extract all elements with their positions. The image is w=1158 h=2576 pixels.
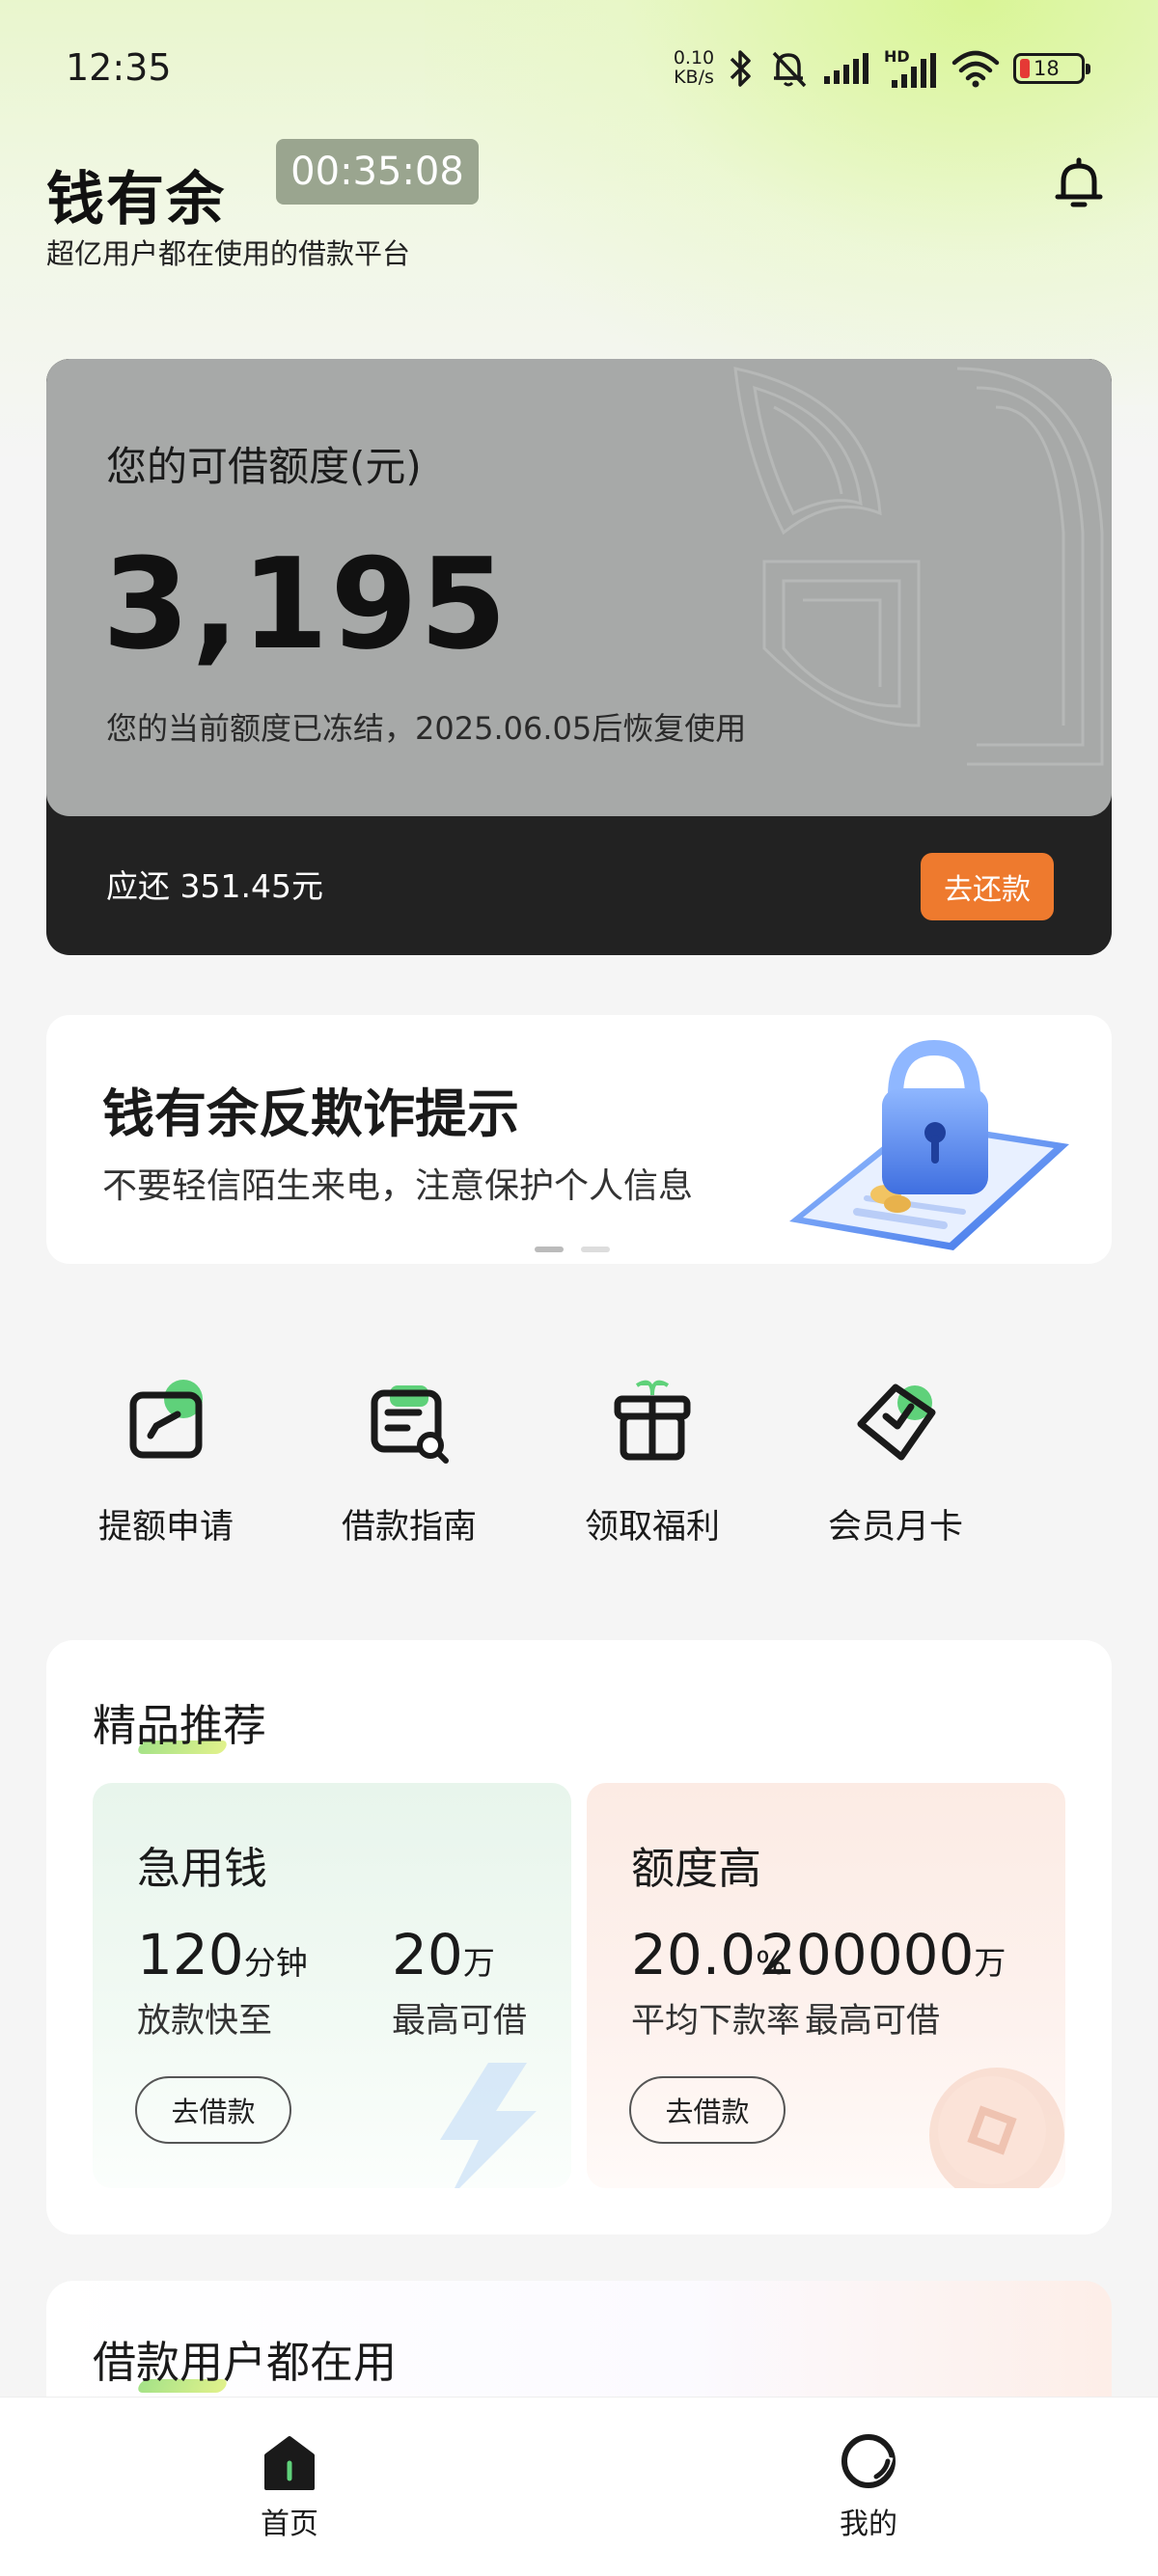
- quick-actions: 提额申请 借款指南 领取福利 会员月卡: [46, 1370, 1112, 1563]
- nav-tab-home[interactable]: 首页: [212, 2432, 367, 2548]
- card-watermark-icon: [733, 367, 1104, 766]
- phone-lock-icon: [789, 1039, 1069, 1250]
- product-name: 急用钱: [137, 1843, 268, 1894]
- credit-card: 您的可借额度(元) 3,195 您的当前额度已冻结，2025.06.05后恢复使…: [46, 359, 1112, 955]
- member-card-icon: [857, 1384, 936, 1461]
- stat-number: 20: [392, 1922, 463, 1987]
- bottom-nav: 首页 我的: [0, 2397, 1158, 2576]
- banner-title: 钱有余反欺诈提示: [102, 1083, 519, 1144]
- product-card-urgent[interactable]: 急用钱 120分钟 放款快至 20万 最高可借 去借款: [93, 1783, 571, 2188]
- repay-amount-text: 应还 351.45元: [106, 867, 323, 905]
- product-stat-value: 120分钟: [137, 1922, 308, 1987]
- credit-frozen-note: 您的当前额度已冻结，2025.06.05后恢复使用: [106, 710, 747, 747]
- battery-icon: 18: [1013, 53, 1090, 84]
- quick-action-member-card[interactable]: 会员月卡: [799, 1370, 992, 1563]
- quick-action-guide[interactable]: 借款指南: [313, 1370, 506, 1563]
- battery-level: [1020, 59, 1030, 78]
- credit-limit-amount: 3,195: [102, 531, 510, 677]
- borrow-button[interactable]: 去借款: [135, 2076, 291, 2144]
- wifi-icon: [951, 50, 1000, 88]
- stat-unit: 万: [462, 1944, 495, 1982]
- carousel-dot[interactable]: [581, 1247, 610, 1252]
- app-title: 钱有余: [46, 166, 226, 233]
- status-bar: 12:35 0.10 KB/s HD 18: [0, 0, 1158, 135]
- stat-unit: 万: [974, 1944, 1006, 1982]
- recommend-title: 精品推荐: [93, 1700, 267, 1751]
- bluetooth-icon: [730, 50, 751, 87]
- signal-hd-icon: HD: [884, 47, 938, 90]
- status-icons: HD 18: [726, 44, 1090, 93]
- quick-action-benefits[interactable]: 领取福利: [556, 1370, 749, 1563]
- home-icon: [264, 2436, 315, 2490]
- stat-number: 20.0: [631, 1922, 757, 1987]
- carousel-dot[interactable]: [535, 1247, 564, 1252]
- recommend-card: 精品推荐 急用钱 120分钟 放款快至 20万 最高可借 去借款 额度高 20.…: [46, 1640, 1112, 2234]
- coin-icon: [929, 2068, 1064, 2188]
- credit-increase-icon: [129, 1380, 203, 1459]
- network-speed-value: 0.10: [673, 47, 715, 69]
- quick-action-label: 会员月卡: [827, 1508, 963, 1547]
- bell-icon[interactable]: [1052, 154, 1106, 212]
- carousel-dots: [535, 1247, 610, 1252]
- nav-label: 首页: [261, 2507, 318, 2541]
- stat-number: 200000: [760, 1922, 975, 1987]
- gift-icon: [614, 1380, 691, 1461]
- mute-icon: [772, 51, 807, 88]
- product-stat-value: 20万: [392, 1922, 495, 1987]
- quick-action-label: 领取福利: [584, 1508, 720, 1547]
- nav-label: 我的: [840, 2507, 897, 2541]
- product-card-high-limit[interactable]: 额度高 20.0% 平均下款率 200000万 最高可借 去借款: [587, 1783, 1065, 2188]
- product-stat-caption: 平均下款率: [631, 2002, 801, 2041]
- stat-number: 120: [137, 1922, 244, 1987]
- status-time: 12:35: [66, 46, 172, 89]
- profile-icon: [841, 2434, 896, 2488]
- nav-tab-profile[interactable]: 我的: [791, 2432, 946, 2548]
- product-stat-caption: 最高可借: [805, 2002, 941, 2041]
- network-speed-unit: KB/s: [674, 67, 714, 88]
- product-stat-caption: 放款快至: [137, 2002, 273, 2041]
- product-name: 额度高: [631, 1843, 762, 1894]
- timer-badge: 00:35:08: [276, 139, 479, 205]
- quick-action-label: 提额申请: [97, 1508, 234, 1547]
- network-speed: 0.10 KB/s: [670, 48, 718, 87]
- lightning-icon: [440, 2063, 537, 2188]
- borrow-button[interactable]: 去借款: [629, 2076, 786, 2144]
- product-stat-caption: 最高可借: [392, 2002, 528, 2041]
- product-stat-value: 200000万: [760, 1922, 1006, 1987]
- signal-icon: [824, 53, 868, 84]
- quick-action-credit-increase[interactable]: 提额申请: [69, 1370, 262, 1563]
- users-section-title: 借款用户都在用: [93, 2337, 398, 2388]
- banner-subtitle: 不要轻信陌生来电，注意保护个人信息: [102, 1166, 694, 1206]
- credit-limit-label: 您的可借额度(元): [106, 443, 422, 490]
- battery-percent: 18: [1034, 57, 1060, 80]
- anti-fraud-banner[interactable]: 钱有余反欺诈提示 不要轻信陌生来电，注意保护个人信息: [46, 1015, 1112, 1264]
- guide-icon: [371, 1385, 449, 1464]
- app-subtitle: 超亿用户都在使用的借款平台: [46, 237, 411, 270]
- credit-panel: 您的可借额度(元) 3,195 您的当前额度已冻结，2025.06.05后恢复使…: [46, 359, 1112, 816]
- quick-action-label: 借款指南: [341, 1508, 477, 1547]
- repay-button[interactable]: 去还款: [921, 853, 1054, 920]
- stat-unit: 分钟: [243, 1944, 308, 1982]
